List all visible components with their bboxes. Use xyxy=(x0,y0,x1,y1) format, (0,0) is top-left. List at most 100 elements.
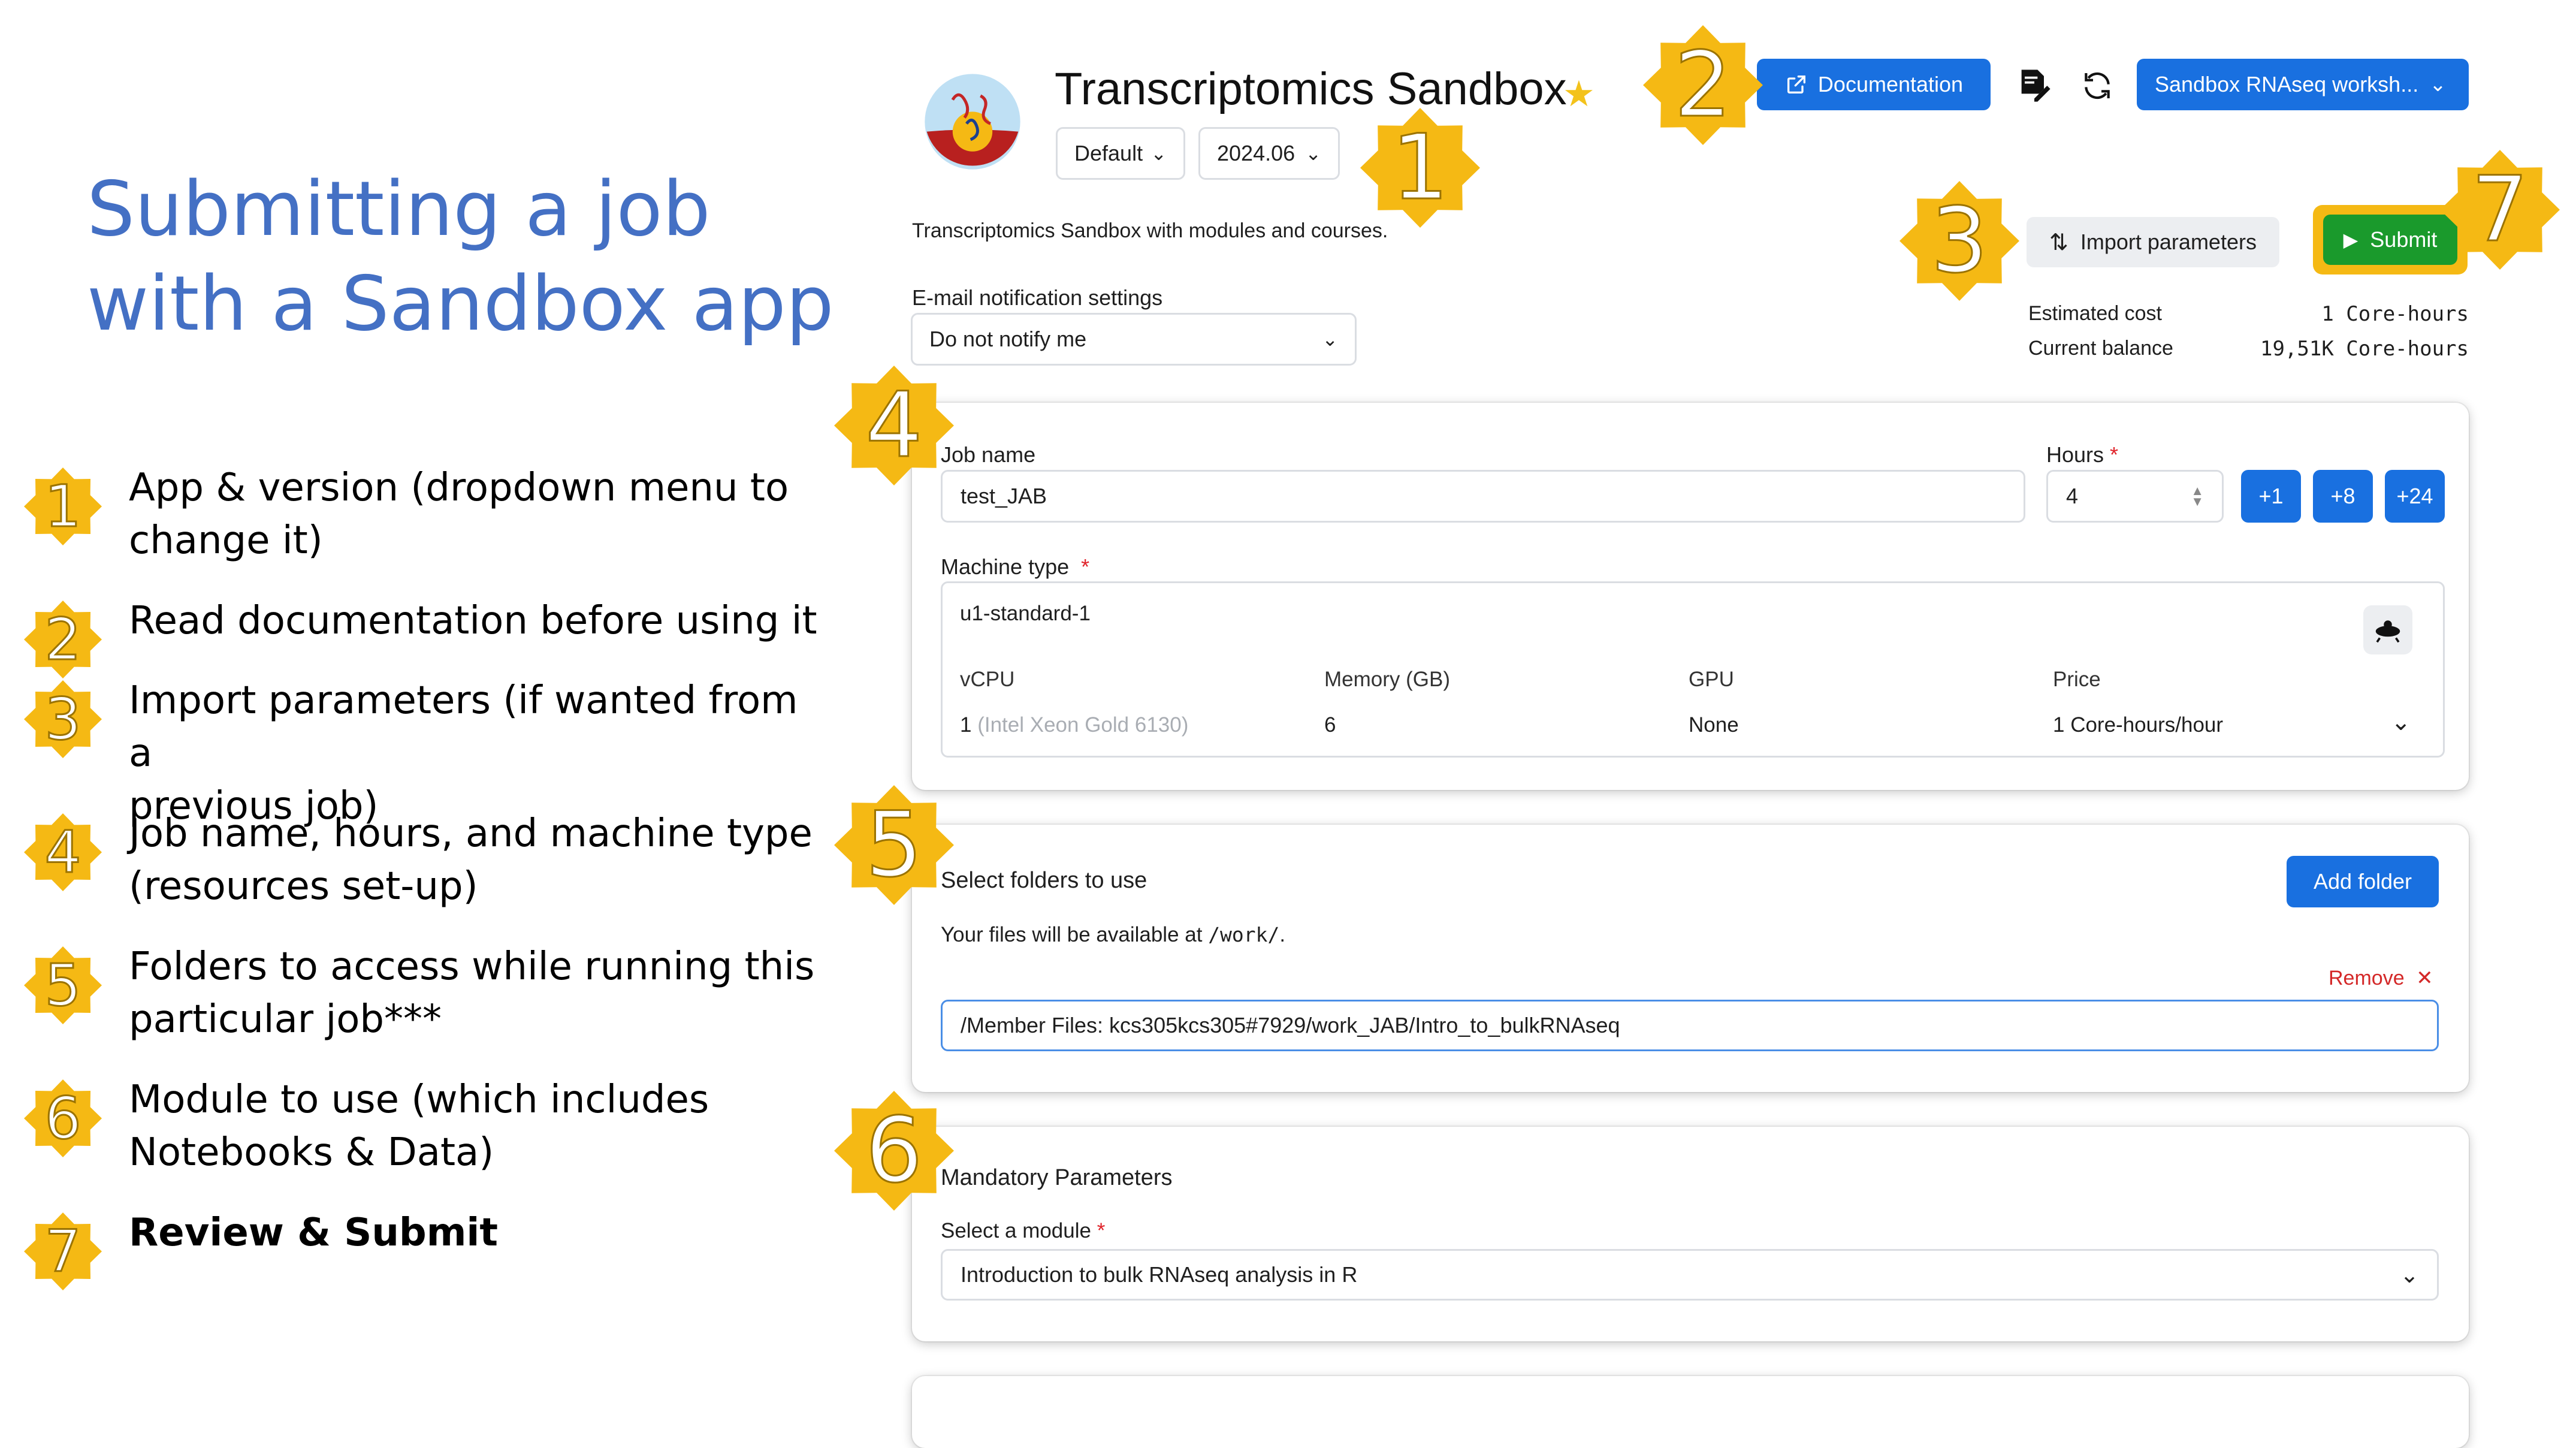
mandatory-parameters-card xyxy=(912,1127,2469,1341)
current-balance-value: 19,51K Core-hours xyxy=(2260,337,2469,361)
folders-card xyxy=(912,825,2469,1092)
step-text: Module to use (which includes xyxy=(129,1078,709,1122)
annotation-star-2: 2 xyxy=(1643,25,1763,145)
step-badge-2: 2 xyxy=(24,601,102,678)
step-badge-number: 5 xyxy=(44,951,82,1020)
close-icon: ✕ xyxy=(2416,967,2433,990)
step-badge-7: 7 xyxy=(24,1212,102,1290)
hours-value: 4 xyxy=(2066,484,2079,508)
edit-notes-icon[interactable] xyxy=(2013,65,2055,107)
machine-type-label: Machine type * xyxy=(941,554,1089,580)
app-logo-icon xyxy=(923,72,1022,171)
annotation-number: 6 xyxy=(865,1098,923,1204)
annotation-number: 7 xyxy=(2471,157,2529,263)
add-1-hour-button[interactable]: +1 xyxy=(2241,470,2301,523)
stepper-icon[interactable]: ▲ ▼ xyxy=(2191,484,2204,508)
annotation-number: 3 xyxy=(1930,188,1989,294)
step-text: Read documentation before using it xyxy=(129,599,817,643)
price-header: Price xyxy=(2053,668,2101,691)
job-name-input[interactable]: test_JAB xyxy=(941,470,2025,523)
email-notification-dropdown[interactable]: Do not notify me ⌄ xyxy=(911,313,1357,366)
chevron-down-icon[interactable]: ⌄ xyxy=(2391,708,2411,736)
step-badge-number: 4 xyxy=(44,818,82,887)
project-selector-value: Sandbox RNAseq worksh... xyxy=(2155,72,2419,96)
next-card xyxy=(912,1376,2469,1448)
step-text: Folders to access while running this xyxy=(129,945,815,989)
step-badge-number: 7 xyxy=(44,1217,82,1286)
import-parameters-button[interactable]: ⇅ Import parameters xyxy=(2027,217,2279,267)
machine-type-label-text: Machine type xyxy=(941,554,1070,579)
annotation-number: 1 xyxy=(1391,115,1449,221)
step-badge-5: 5 xyxy=(24,946,102,1024)
vcpu-count: 1 xyxy=(960,713,972,737)
price-value: 1 Core-hours/hour xyxy=(2053,713,2224,737)
step-text: change it) xyxy=(129,518,323,563)
external-link-icon xyxy=(1787,76,1805,93)
module-label: Select a module * xyxy=(941,1219,1105,1243)
step-badge-number: 6 xyxy=(44,1084,82,1153)
add-8-hours-button[interactable]: +8 xyxy=(2313,470,2373,523)
step-text: Review & Submit xyxy=(129,1211,498,1255)
step-text: particular job*** xyxy=(129,997,442,1042)
project-selector[interactable]: Sandbox RNAseq worksh... ⌄ xyxy=(2137,59,2469,110)
annotation-star-5: 5 xyxy=(834,785,954,905)
step-badge-1: 1 xyxy=(24,467,102,545)
slide-title-line1: Submitting a job xyxy=(87,165,711,253)
folder-path-input[interactable]: /Member Files: kcs305kcs305#7929/work_JA… xyxy=(941,1000,2439,1051)
remove-folder-button[interactable]: Remove ✕ xyxy=(2329,966,2433,990)
current-balance-label: Current balance xyxy=(2028,337,2173,360)
add-1-hour-label: +1 xyxy=(2258,484,2284,508)
step-badge-number: 1 xyxy=(44,472,82,541)
step-badge-4: 4 xyxy=(24,813,102,891)
machine-type-value: u1-standard-1 xyxy=(960,602,1091,625)
folders-info-suffix: . xyxy=(1279,923,1286,946)
favorite-star-icon[interactable]: ★ xyxy=(1563,73,1595,115)
estimated-cost-label: Estimated cost xyxy=(2028,302,2162,325)
add-folder-button[interactable]: Add folder xyxy=(2287,856,2439,907)
job-name-value: test_JAB xyxy=(961,484,1047,508)
annotation-number: 4 xyxy=(865,373,923,479)
required-marker: * xyxy=(1097,1219,1106,1242)
step-text: Import parameters (if wanted from a xyxy=(129,678,798,776)
add-folder-label: Add folder xyxy=(2313,869,2412,894)
step-text: Job name, hours, and machine type xyxy=(129,812,813,856)
module-dropdown[interactable]: Introduction to bulk RNAseq analysis in … xyxy=(941,1249,2439,1301)
step-badge-3: 3 xyxy=(24,680,102,758)
annotation-star-3: 3 xyxy=(1899,181,2019,301)
flavor-dropdown[interactable]: Default ⌄ xyxy=(1056,127,1185,180)
hours-input[interactable]: 4 ▲ ▼ xyxy=(2046,470,2224,523)
memory-value: 6 xyxy=(1324,713,1336,737)
annotation-star-4: 4 xyxy=(834,366,954,485)
chevron-down-icon: ⌄ xyxy=(2400,1262,2419,1288)
folders-heading: Select folders to use xyxy=(941,868,1147,893)
hours-label: Hours * xyxy=(2046,442,2118,467)
required-marker: * xyxy=(1081,554,1090,579)
folders-info-prefix: Your files will be available at xyxy=(941,923,1209,946)
step-badge-number: 3 xyxy=(44,685,82,754)
folder-path-value: /Member Files: kcs305kcs305#7929/work_JA… xyxy=(961,1013,1620,1037)
app-title: Transcriptomics Sandbox xyxy=(1055,64,1567,114)
app-description: Transcriptomics Sandbox with modules and… xyxy=(912,219,1388,242)
memory-header: Memory (GB) xyxy=(1324,668,1450,691)
job-name-label: Job name xyxy=(941,442,1036,467)
documentation-button[interactable]: Documentation xyxy=(1757,59,1991,110)
version-value: 2024.06 xyxy=(1217,141,1295,165)
machine-type-icon[interactable] xyxy=(2363,605,2412,654)
gpu-header: GPU xyxy=(1689,668,1734,691)
chevron-down-icon: ⌄ xyxy=(1305,143,1321,164)
vcpu-detail: (Intel Xeon Gold 6130) xyxy=(977,713,1189,737)
chevron-down-icon: ⌄ xyxy=(1150,143,1167,164)
mandatory-parameters-heading: Mandatory Parameters xyxy=(941,1165,1173,1190)
swap-vertical-icon: ⇅ xyxy=(2049,230,2068,255)
version-dropdown[interactable]: 2024.06 ⌄ xyxy=(1198,127,1340,180)
refresh-icon[interactable] xyxy=(2076,65,2118,107)
hours-label-text: Hours xyxy=(2046,442,2104,467)
add-24-hours-button[interactable]: +24 xyxy=(2385,470,2445,523)
required-marker: * xyxy=(2110,442,2119,467)
submit-button[interactable]: ▶ Submit xyxy=(2323,215,2457,265)
annotation-number: 2 xyxy=(1674,32,1732,138)
add-24-hours-label: +24 xyxy=(2396,484,2433,508)
step-badge-6: 6 xyxy=(24,1079,102,1157)
module-label-text: Select a module xyxy=(941,1219,1091,1242)
add-8-hours-label: +8 xyxy=(2330,484,2355,508)
